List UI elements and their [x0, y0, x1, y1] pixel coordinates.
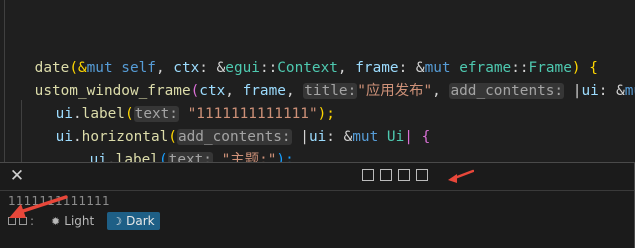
code-token: "应用发布" — [357, 83, 433, 99]
code-line-2: ustom_window_frame(ctx, frame, title:"应用… — [0, 55, 635, 99]
code-token: , — [432, 83, 450, 99]
code-line-1: date(&mut self, ctx: &egui::Context, fra… — [0, 32, 598, 76]
code-line-5: ui.label(text: "主题:"); — [55, 124, 294, 163]
missing-glyph-box — [398, 169, 410, 181]
code-line-4: ui.horizontal(add_contents: |ui: &mut Ui… — [21, 101, 430, 145]
code-token: Ui — [386, 129, 405, 145]
egui-app-window: ✕ 1111111111111 : ✹ Light ☽ Dark — [0, 162, 635, 248]
code-token: | — [291, 129, 309, 145]
moon-icon: ☽ — [112, 214, 123, 228]
code-token: mut — [352, 129, 387, 145]
missing-glyph-box — [380, 169, 392, 181]
code-token: : & — [598, 83, 625, 99]
annotation-arrow-title — [448, 169, 474, 183]
code-editor[interactable]: date(&mut self, ctx: &egui::Context, fra… — [0, 0, 635, 163]
window-title-missing-glyphs — [362, 169, 428, 181]
close-icon[interactable]: ✕ — [8, 167, 26, 185]
code-token: mut — [624, 83, 635, 99]
inlay-hint: add_contents: — [449, 83, 565, 99]
code-line-3: ui.label(text: "1111111111111"); — [21, 78, 335, 122]
code-token: | — [564, 83, 582, 99]
dark-mode-button[interactable]: ☽ Dark — [107, 212, 160, 230]
annotation-arrow-theme — [9, 195, 68, 218]
code-token: | { — [404, 129, 431, 145]
missing-glyph-box — [416, 169, 428, 181]
missing-glyph-box — [362, 169, 374, 181]
dark-label: Dark — [126, 214, 155, 228]
code-token: ui — [581, 83, 599, 99]
window-title-bar[interactable]: ✕ — [0, 163, 634, 190]
code-line-6: egui::widgets::global_dark_light_mode_bu… — [55, 146, 523, 163]
title-separator — [0, 190, 634, 191]
code-token: : & — [326, 129, 353, 145]
light-label: Light — [64, 214, 95, 228]
code-token: ui — [308, 129, 327, 145]
